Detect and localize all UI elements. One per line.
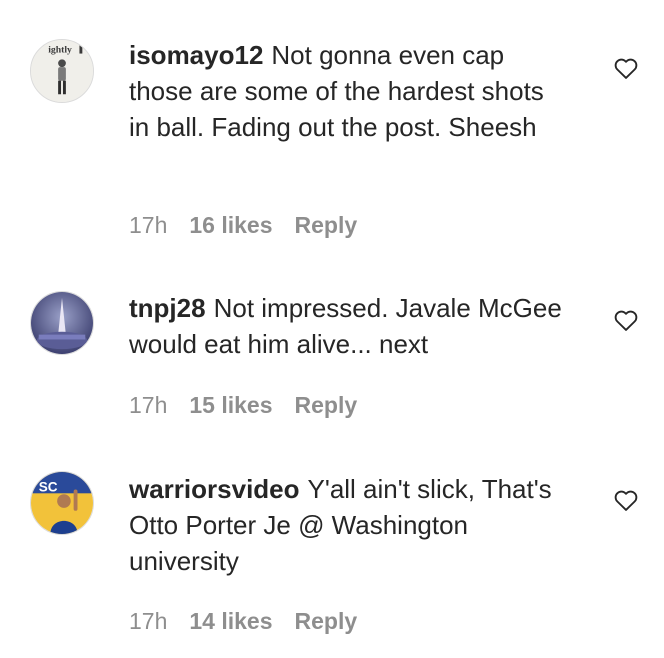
avatar-image xyxy=(31,292,93,354)
comment-time[interactable]: 17h xyxy=(129,392,167,419)
avatar[interactable]: SC xyxy=(30,471,94,535)
reply-button[interactable]: Reply xyxy=(295,608,358,635)
reply-button[interactable]: Reply xyxy=(295,212,358,239)
comment-likes[interactable]: 15 likes xyxy=(189,392,272,419)
avatar-text: SC xyxy=(39,479,58,494)
avatar-image: ightly xyxy=(31,40,93,102)
comment-text: isomayo12 Not gonna even cap those are so… xyxy=(129,37,569,145)
comment-time[interactable]: 17h xyxy=(129,608,167,635)
avatar-image: SC xyxy=(31,472,93,534)
comment-likes[interactable]: 14 likes xyxy=(189,608,272,635)
avatar-text: ightly xyxy=(48,45,72,56)
avatar[interactable]: ightly xyxy=(30,39,94,103)
comment-username[interactable]: warriorsvideo xyxy=(129,474,300,504)
comment-meta: 17h 16 likes Reply xyxy=(129,212,357,239)
comment-text: warriorsvideo Y'all ain't slick, That's O… xyxy=(129,471,569,579)
avatar[interactable] xyxy=(30,291,94,355)
reply-button[interactable]: Reply xyxy=(295,392,358,419)
heart-outline-icon[interactable] xyxy=(612,54,640,82)
comment-likes[interactable]: 16 likes xyxy=(189,212,272,239)
comment-meta: 17h 15 likes Reply xyxy=(129,392,357,419)
heart-outline-icon[interactable] xyxy=(612,486,640,514)
comment-time[interactable]: 17h xyxy=(129,212,167,239)
comment-username[interactable]: isomayo12 xyxy=(129,40,263,70)
comment-meta: 17h 14 likes Reply xyxy=(129,608,357,635)
heart-outline-icon[interactable] xyxy=(612,306,640,334)
comment-username[interactable]: tnpj28 xyxy=(129,293,206,323)
comment-text: tnpj28 Not impressed. Javale McGee would … xyxy=(129,290,569,362)
